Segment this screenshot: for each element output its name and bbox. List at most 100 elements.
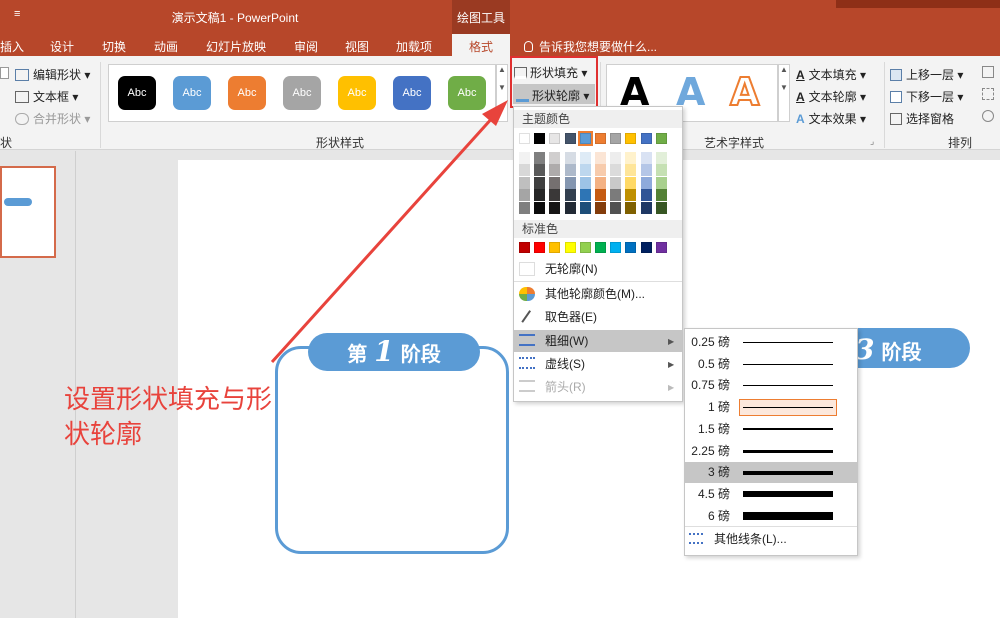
theme-shade-swatch[interactable]: [625, 189, 637, 202]
theme-shade-swatch[interactable]: [625, 152, 637, 164]
dashes-item[interactable]: 虚线(S): [514, 353, 682, 375]
theme-shade-swatch[interactable]: [610, 189, 622, 202]
text-fill-button[interactable]: A 文本填充 ▾: [796, 66, 866, 83]
theme-color-swatch[interactable]: [655, 133, 667, 144]
standard-color-swatch[interactable]: [610, 242, 622, 253]
theme-shade-swatch[interactable]: [564, 152, 576, 164]
tab-animations[interactable]: 动画: [154, 38, 178, 55]
more-lines-item[interactable]: 其他线条(L)...: [714, 530, 787, 547]
theme-shade-swatch[interactable]: [534, 164, 546, 177]
standard-color-swatch[interactable]: [625, 242, 637, 253]
theme-shade-swatch[interactable]: [549, 201, 561, 214]
theme-shade-swatch[interactable]: [625, 164, 637, 177]
theme-shade-swatch[interactable]: [610, 164, 622, 177]
theme-shade-swatch[interactable]: [640, 189, 652, 202]
theme-shade-swatch[interactable]: [519, 176, 530, 189]
no-outline-item[interactable]: 无轮廓(N): [514, 258, 682, 280]
theme-shade-swatch[interactable]: [534, 176, 546, 189]
theme-shade-swatch[interactable]: [610, 176, 622, 189]
arrows-item[interactable]: 箭头(R): [514, 376, 682, 398]
standard-color-swatch[interactable]: [655, 242, 667, 253]
theme-color-swatch[interactable]: [577, 131, 593, 146]
theme-shade-swatch[interactable]: [549, 189, 561, 202]
align-icon[interactable]: [982, 66, 994, 78]
shape-style-orange[interactable]: Abc: [228, 76, 266, 110]
theme-shade-swatch[interactable]: [549, 152, 561, 164]
stage-1-badge[interactable]: 第 1 阶段: [308, 333, 480, 371]
theme-shade-swatch[interactable]: [640, 164, 652, 177]
wordart-style-orange-outline[interactable]: A: [729, 69, 760, 115]
standard-color-swatch[interactable]: [579, 242, 591, 253]
rotate-icon[interactable]: [982, 110, 994, 122]
tab-design[interactable]: 设计: [50, 38, 74, 55]
selection-pane-button[interactable]: 选择窗格: [890, 110, 954, 127]
theme-color-swatch[interactable]: [564, 133, 576, 144]
shape-style-black[interactable]: Abc: [118, 76, 156, 110]
standard-color-swatch[interactable]: [595, 242, 606, 253]
shape-style-gold[interactable]: Abc: [338, 76, 376, 110]
theme-shade-swatch[interactable]: [564, 176, 576, 189]
tab-review[interactable]: 审阅: [294, 38, 318, 55]
theme-color-swatch[interactable]: [534, 133, 546, 144]
tab-transitions[interactable]: 切换: [102, 38, 126, 55]
theme-shade-swatch[interactable]: [655, 176, 667, 189]
standard-color-swatch[interactable]: [534, 242, 546, 253]
shape-style-dark-blue[interactable]: Abc: [393, 76, 431, 110]
theme-color-swatch[interactable]: [549, 133, 561, 144]
theme-shade-swatch[interactable]: [610, 201, 622, 214]
theme-shade-swatch[interactable]: [610, 152, 622, 164]
theme-shade-swatch[interactable]: [595, 189, 606, 202]
theme-shade-swatch[interactable]: [579, 164, 591, 177]
theme-shade-swatch[interactable]: [595, 176, 606, 189]
stage-1-card[interactable]: [275, 346, 509, 554]
shape-style-gray[interactable]: Abc: [283, 76, 321, 110]
theme-shade-swatch[interactable]: [655, 189, 667, 202]
theme-shade-swatch[interactable]: [655, 152, 667, 164]
theme-color-swatch[interactable]: [610, 133, 622, 144]
theme-shade-swatch[interactable]: [519, 164, 530, 177]
theme-color-swatch[interactable]: [595, 133, 606, 144]
eyedropper-item[interactable]: 取色器(E): [514, 306, 682, 328]
theme-shade-swatch[interactable]: [655, 201, 667, 214]
bring-forward-button[interactable]: 上移一层 ▾: [890, 66, 963, 83]
theme-shade-swatch[interactable]: [534, 189, 546, 202]
tab-slideshow[interactable]: 幻灯片放映: [206, 38, 266, 55]
theme-shade-swatch[interactable]: [595, 152, 606, 164]
theme-shade-swatch[interactable]: [640, 152, 652, 164]
tab-format[interactable]: 格式: [452, 38, 510, 55]
theme-shade-swatch[interactable]: [579, 176, 591, 189]
theme-shade-swatch[interactable]: [640, 176, 652, 189]
theme-shade-swatch[interactable]: [534, 152, 546, 164]
tab-view[interactable]: 视图: [345, 38, 369, 55]
theme-shade-swatch[interactable]: [625, 176, 637, 189]
theme-shade-swatch[interactable]: [595, 164, 606, 177]
edit-shape-button[interactable]: 编辑形状 ▾: [15, 66, 90, 83]
shape-style-green[interactable]: Abc: [448, 76, 486, 110]
standard-color-swatch[interactable]: [549, 242, 561, 253]
slide-thumbnail-1[interactable]: [0, 166, 56, 258]
theme-shade-swatch[interactable]: [564, 201, 576, 214]
text-box-button[interactable]: 文本框 ▾: [15, 88, 78, 105]
merge-shapes-button[interactable]: 合并形状 ▾: [15, 110, 90, 127]
theme-shade-swatch[interactable]: [564, 164, 576, 177]
tab-addins[interactable]: 加载项: [396, 38, 432, 55]
group-icon[interactable]: [982, 88, 994, 100]
theme-shade-swatch[interactable]: [640, 201, 652, 214]
theme-shade-swatch[interactable]: [579, 189, 591, 202]
theme-color-swatch[interactable]: [640, 133, 652, 144]
theme-shade-swatch[interactable]: [595, 201, 606, 214]
standard-color-swatch[interactable]: [564, 242, 576, 253]
theme-shade-swatch[interactable]: [534, 201, 546, 214]
dialog-launcher-icon[interactable]: ⌟: [870, 136, 874, 147]
text-effects-button[interactable]: A 文本效果 ▾: [796, 110, 866, 127]
theme-shade-swatch[interactable]: [655, 164, 667, 177]
theme-shade-swatch[interactable]: [564, 189, 576, 202]
theme-shade-swatch[interactable]: [579, 201, 591, 214]
wordart-scroll-button[interactable]: ▲ ▼: [778, 64, 790, 122]
theme-shade-swatch[interactable]: [519, 152, 530, 164]
theme-shade-swatch[interactable]: [549, 164, 561, 177]
standard-color-swatch[interactable]: [640, 242, 652, 253]
tell-me-box[interactable]: 告诉我您想要做什么...: [524, 38, 657, 55]
shape-style-blue[interactable]: Abc: [173, 76, 211, 110]
theme-color-swatch[interactable]: [625, 133, 637, 144]
